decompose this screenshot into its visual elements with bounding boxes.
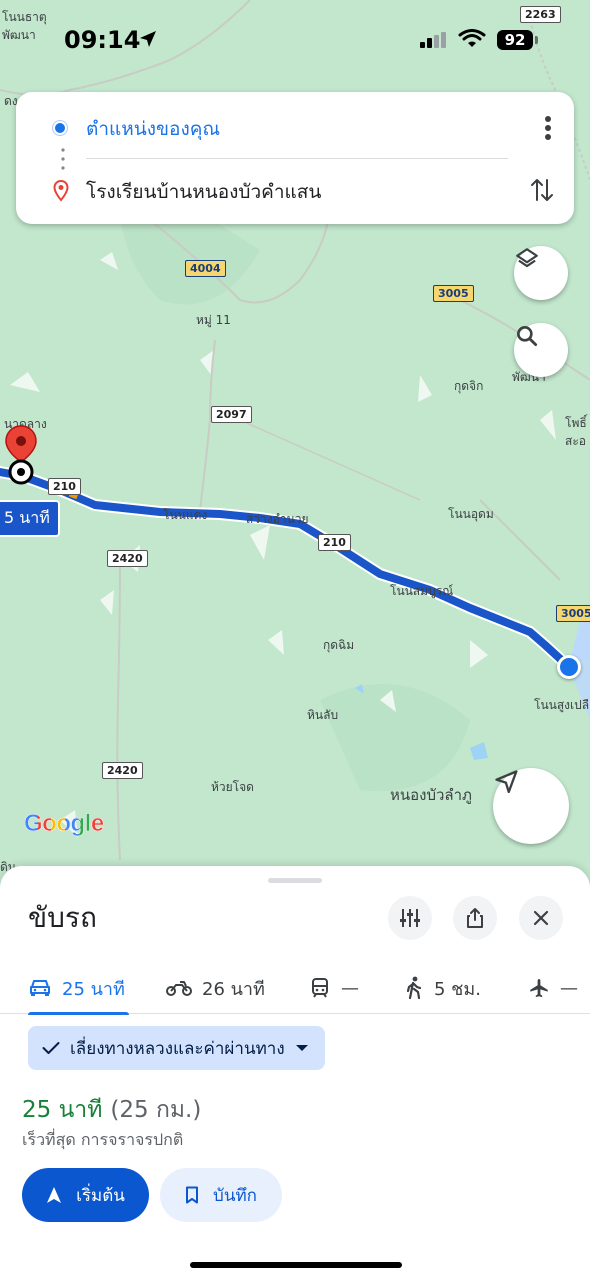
destination-row[interactable]: โรงเรียนบ้านหนองบัวคำแสน xyxy=(16,160,574,220)
tab-drive-label: 25 นาที xyxy=(62,978,125,1000)
place-label: โนนสมบูรณ์ xyxy=(390,584,454,598)
share-button[interactable] xyxy=(453,896,497,940)
tab-flight-label: — xyxy=(560,977,578,999)
check-icon xyxy=(42,1042,60,1054)
location-services-icon xyxy=(140,31,156,47)
car-icon xyxy=(30,980,50,996)
sheet-title: ขับรถ xyxy=(28,901,97,934)
start-button[interactable]: เริ่มต้น xyxy=(22,1168,149,1222)
place-label: โนนแดง xyxy=(163,508,208,522)
place-label: ห้วยโจด xyxy=(211,780,254,794)
save-button-label: บันทึก xyxy=(213,1185,257,1206)
road-shield: 3005 xyxy=(556,605,590,622)
place-label: กุดฉิม xyxy=(323,638,355,652)
origin-dot-icon xyxy=(53,121,67,135)
place-label: สว่างอำนวย xyxy=(246,512,309,526)
sheet-drag-handle[interactable] xyxy=(268,878,322,883)
place-label: กุดจิก xyxy=(454,379,484,393)
road-shield: 2097 xyxy=(211,406,252,423)
route-distance: (25 กม.) xyxy=(110,1097,202,1123)
google-logo: Google xyxy=(24,810,105,838)
route-duration: 25 นาที xyxy=(22,1097,103,1123)
chevron-down-icon xyxy=(295,1045,308,1051)
travel-mode-tabs: 25 นาที 26 นาที — 5 ชม. — xyxy=(0,962,590,1015)
origin-row[interactable]: ตำแหน่งของคุณ xyxy=(16,97,574,157)
place-label: โนนอุดม xyxy=(448,507,494,521)
road-shield: 2420 xyxy=(102,762,143,779)
motorcycle-icon xyxy=(166,981,192,996)
place-label: หนองบัวลำภู xyxy=(390,786,472,804)
route-subtitle: เร็วที่สุด การจราจรปกติ xyxy=(22,1130,184,1149)
tab-motorcycle[interactable]: 26 นาที xyxy=(166,962,265,1014)
road-shield: 210 xyxy=(318,534,351,551)
chip-label: เลี่ยงทางหลวงและค่าผ่านทาง xyxy=(70,1038,285,1059)
divider xyxy=(86,158,508,159)
road-shield: 2420 xyxy=(107,550,148,567)
search-button[interactable] xyxy=(514,323,568,377)
tab-transit-label: — xyxy=(341,977,359,999)
recenter-button[interactable] xyxy=(493,768,569,844)
destination-text[interactable]: โรงเรียนบ้านหนองบัวคำแสน xyxy=(86,177,321,207)
tab-walk[interactable]: 5 ชม. xyxy=(404,962,481,1014)
destination-pin-icon xyxy=(53,180,69,202)
navigation-arrow-icon xyxy=(495,770,518,794)
road-shield: 3005 xyxy=(433,285,474,302)
avoid-highways-chip[interactable]: เลี่ยงทางหลวงและค่าผ่านทาง xyxy=(28,1026,325,1070)
bookmark-icon xyxy=(186,1186,199,1204)
duration-callout[interactable]: 5 นาที xyxy=(0,500,60,537)
wifi-icon xyxy=(458,29,486,47)
place-label: หมู่ 11 xyxy=(196,313,231,327)
navigation-arrow-icon xyxy=(47,1187,62,1203)
directions-card: ตำแหน่งของคุณ โรงเรียนบ้านหนองบัวคำแสน xyxy=(16,92,574,224)
tab-walk-label: 5 ชม. xyxy=(434,978,481,1000)
place-label: โนนสูงเปลือย xyxy=(534,698,590,712)
transit-icon xyxy=(312,978,328,998)
tab-transit[interactable]: — xyxy=(309,962,359,1014)
save-button[interactable]: บันทึก xyxy=(160,1168,282,1222)
home-indicator[interactable] xyxy=(190,1262,402,1268)
start-button-label: เริ่มต้น xyxy=(76,1185,125,1206)
search-icon xyxy=(517,326,538,347)
tab-motorcycle-label: 26 นาที xyxy=(202,978,265,1000)
place-label: สะอ xyxy=(565,434,586,448)
battery-tip xyxy=(535,36,538,44)
more-options-icon[interactable] xyxy=(544,115,552,141)
tab-drive[interactable]: 25 นาที xyxy=(28,962,129,1015)
flight-icon xyxy=(530,978,548,998)
tab-flight[interactable]: — xyxy=(528,962,578,1014)
status-time: 09:14 xyxy=(64,26,141,54)
status-bar: 09:14 92 xyxy=(0,20,590,60)
road-shield: 210 xyxy=(48,478,81,495)
current-location-dot xyxy=(557,655,581,679)
route-summary[interactable]: 25 นาที (25 กม.) xyxy=(22,1092,201,1128)
walk-icon xyxy=(406,976,422,1000)
battery-indicator: 92 xyxy=(497,30,533,50)
layers-icon xyxy=(516,248,538,268)
swap-icon[interactable] xyxy=(530,176,554,204)
road-shield: 4004 xyxy=(185,260,226,277)
layers-button[interactable] xyxy=(514,246,568,300)
close-icon xyxy=(533,910,549,926)
share-icon xyxy=(467,908,483,928)
bottom-sheet: ขับรถ 25 นาที 26 นาที — 5 ชม. — เลี่ยงทา… xyxy=(0,866,590,1280)
close-button[interactable] xyxy=(519,896,563,940)
tune-icon xyxy=(400,909,420,927)
route-options-button[interactable] xyxy=(388,896,432,940)
destination-pin-icon[interactable] xyxy=(4,424,38,486)
origin-text[interactable]: ตำแหน่งของคุณ xyxy=(86,114,220,144)
place-label: โพธิ์ xyxy=(565,416,587,430)
cellular-signal-icon xyxy=(420,32,446,48)
place-label: หินลับ xyxy=(307,708,339,722)
